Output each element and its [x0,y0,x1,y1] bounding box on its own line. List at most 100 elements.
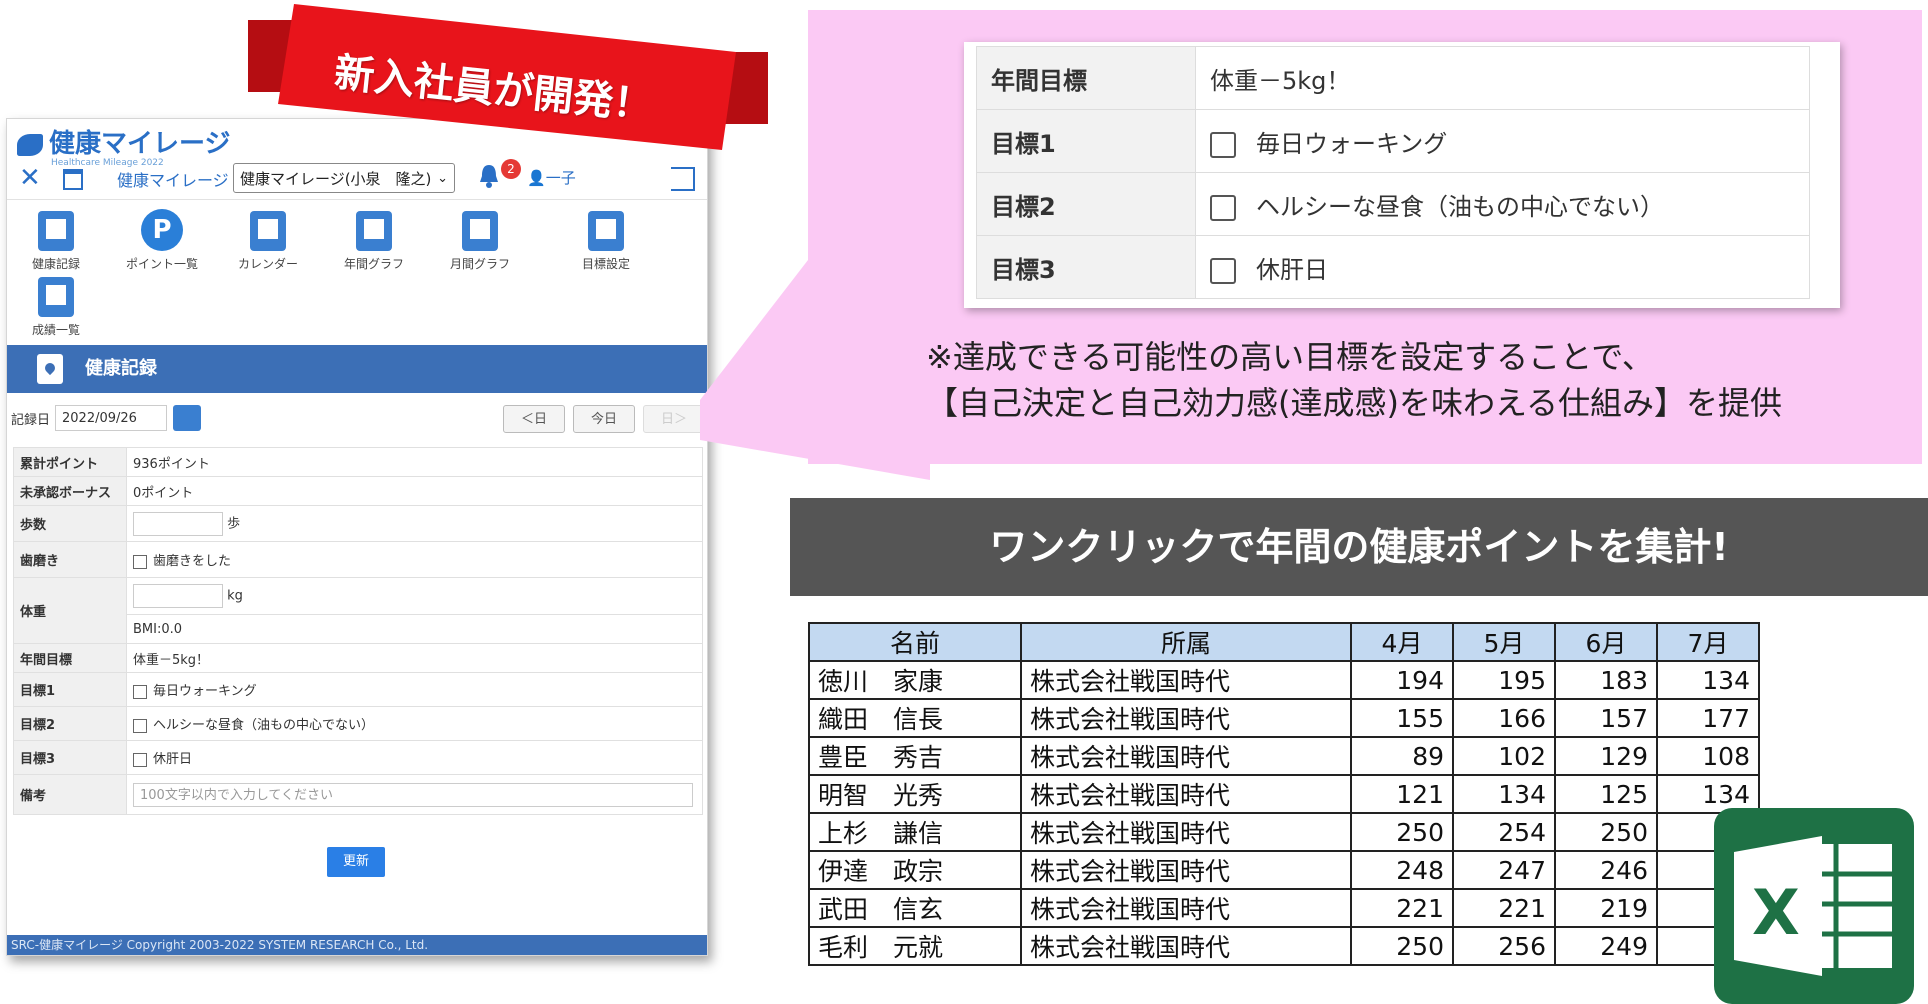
points-cell: 102 [1452,736,1556,776]
department-cell: 株式会社戦国時代 [1020,850,1352,890]
points-cell: 250 [1350,812,1454,852]
field-label: 備考 [13,774,127,815]
today-button[interactable]: 今日 [573,405,635,433]
name-cell: 徳川 家康 [808,660,1022,700]
form-row: 未承認ボーナス 0ポイント [13,476,703,506]
points-cell: 247 [1452,850,1556,890]
excel-letter: X [1752,876,1800,949]
callout-note-line1: ※達成できる可能性の高い目標を設定することで、 [926,338,1654,376]
table-header-row: 名前 所属 4月 5月 6月 7月 [808,622,1760,662]
department-cell: 株式会社戦国時代 [1020,812,1352,852]
callout-note-line2: 【自己決定と自己効力感(達成感)を味わえる仕組み】を提供 [926,384,1783,422]
excel-icon: X [1714,808,1914,1004]
user-name[interactable]: 👤一子 [527,167,576,188]
table-row: 毛利 元就株式会社戦国時代2502562492 [808,926,1760,966]
teeth-checkbox[interactable] [133,554,147,569]
points-cell: 250 [1554,812,1658,852]
points-cell: 194 [1350,660,1454,700]
date-label: 記録日 [11,413,51,428]
table-row: 上杉 謙信株式会社戦国時代2502542502 [808,812,1760,852]
field-label: 目標2 [13,706,127,741]
app-name-link[interactable]: 健康マイレージ [117,167,229,191]
points-cell: 125 [1554,774,1658,814]
points-cell: 248 [1350,850,1454,890]
name-cell: 豊臣 秀吉 [808,736,1022,776]
goal-checkbox[interactable] [1210,194,1236,221]
user-select[interactable]: 健康マイレージ(小泉 隆之) ⌄ [233,163,455,193]
points-cell: 221 [1350,888,1454,928]
bmi-value: BMI:0.0 [126,614,703,644]
goal-row-label: 目標1 [976,109,1196,173]
user-icon: 👤 [527,169,546,187]
steps-unit: 歩 [227,516,241,531]
health-form: 累計ポイント 936ポイント 未承認ボーナス 0ポイント 歩数 歩 歯磨き 歯磨… [13,447,703,815]
close-icon[interactable]: ✕ [19,163,41,193]
update-button[interactable]: 更新 [327,847,385,877]
teeth-option-label: 歯磨きをした [153,554,232,569]
department-cell: 株式会社戦国時代 [1020,736,1352,776]
points-cell: 183 [1554,660,1658,700]
section-title: 健康記録 [85,358,157,379]
callout-note: ※達成できる可能性の高い目標を設定することで、 【自己決定と自己効力感(達成感)… [926,334,1782,426]
chart-icon [356,211,392,251]
annual-goal-value: 体重－5kg！ [126,643,703,673]
heart-shield-icon [38,211,74,251]
column-header: 所属 [1020,622,1352,662]
notification-badge: 2 [501,159,521,179]
menu-calendar[interactable]: カレンダー [223,211,313,272]
prev-day-button[interactable]: ＜日 [503,405,565,433]
calendar-icon[interactable] [173,405,201,431]
table-row: 武田 信玄株式会社戦国時代2212212192 [808,888,1760,928]
steps-input[interactable] [133,511,223,536]
logout-icon[interactable] [671,167,695,191]
column-header: 6月 [1554,622,1658,662]
logo-icon [17,133,43,156]
column-header: 5月 [1452,622,1556,662]
goal-row: 目標1 毎日ウォーキング [976,109,1810,173]
menu-results-list[interactable]: 成績一覧 [11,277,101,338]
goal-checkbox[interactable] [1210,131,1236,158]
window-icon[interactable] [63,169,83,190]
goal2-checkbox[interactable] [133,718,147,733]
menu-points-list[interactable]: P ポイント一覧 [117,209,207,272]
date-input[interactable]: 2022/09/26 [55,405,167,431]
menu-label: カレンダー [237,257,298,271]
points-cell: 134 [1656,660,1760,700]
menu-monthly-graph[interactable]: 月間グラフ [435,211,525,272]
bell-icon[interactable] [477,163,501,189]
goal-row-label: 目標3 [976,235,1196,299]
points-cell: 157 [1554,698,1658,738]
field-label: 目標1 [13,672,127,707]
goal-row-label: 年間目標 [976,46,1196,110]
table-row: 伊達 政宗株式会社戦国時代2482472462 [808,850,1760,890]
goal2-label: ヘルシーな昼食（油もの中心でない） [153,718,375,733]
goal3-checkbox[interactable] [133,752,147,767]
table-row: 徳川 家康 株式会社戦国時代 194 195 183 134 [808,660,1760,700]
weight-input[interactable] [133,584,223,608]
department-cell: 株式会社戦国時代 [1020,660,1352,700]
total-points-value: 936ポイント [126,447,703,477]
next-day-button[interactable]: 日＞ [643,405,705,433]
form-row: 歯磨き 歯磨きをした [13,541,703,578]
goal-row: 年間目標 体重－5kg！ [976,46,1810,110]
menu-health-record[interactable]: 健康記録 [11,211,101,272]
form-row: 体重 kg [13,577,703,644]
field-label: 年間目標 [13,643,127,673]
goal-row: 目標3 休肝日 [976,235,1810,299]
name-cell: 織田 信長 [808,698,1022,738]
menu-annual-graph[interactable]: 年間グラフ [329,211,419,272]
date-bar: 記録日 2022/09/26 ＜日 今日 日＞ [7,401,707,437]
heart-shield-icon [37,354,63,384]
department-cell: 株式会社戦国時代 [1020,926,1352,966]
unapproved-bonus-value: 0ポイント [126,476,703,506]
points-icon: P [141,209,183,251]
goal-icon [588,211,624,251]
goal-checkbox[interactable] [1210,257,1236,284]
goal-row-value: 毎日ウォーキング [1256,129,1448,158]
remarks-input[interactable]: 100文字以内で入力してください [133,782,693,807]
menu-goal-setting[interactable]: 目標設定 [561,211,651,272]
points-cell: 129 [1554,736,1658,776]
goal1-checkbox[interactable] [133,684,147,699]
menu-label: 目標設定 [581,257,630,271]
column-header: 7月 [1656,622,1760,662]
